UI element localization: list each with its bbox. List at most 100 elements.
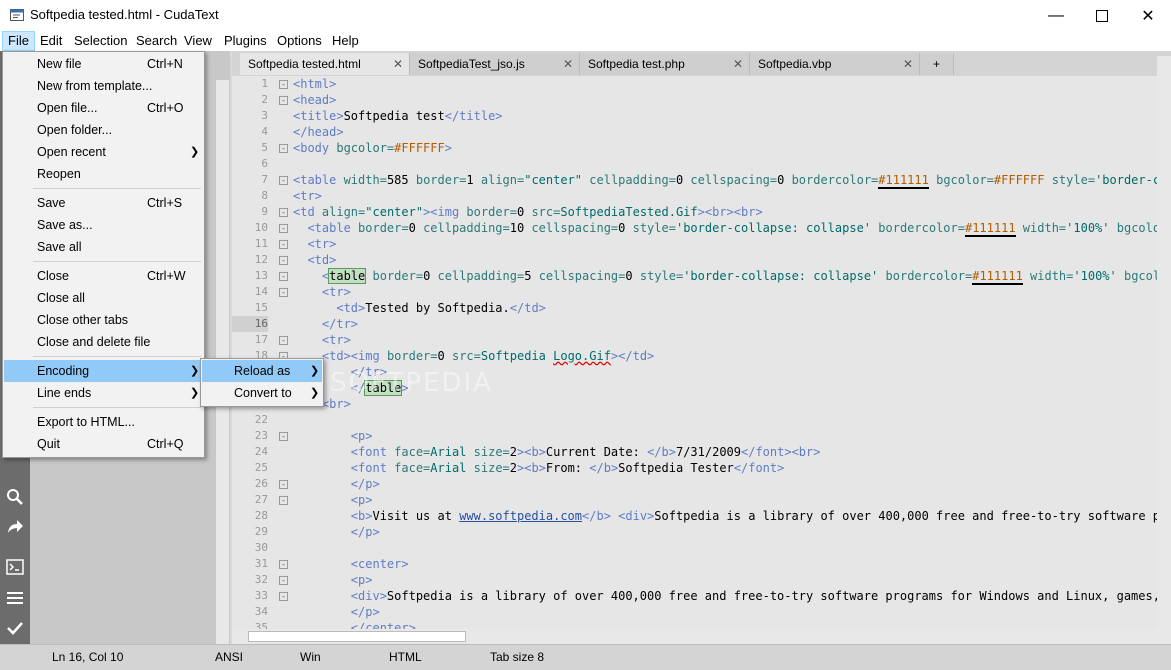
line-number: 30 <box>254 541 268 554</box>
menu-close[interactable]: Close Ctrl+W <box>4 265 203 287</box>
menu-help[interactable]: Help <box>327 31 364 51</box>
vertical-scrollbar[interactable] <box>1157 56 1171 644</box>
line-number: 32 <box>254 573 268 586</box>
search-icon[interactable] <box>4 486 26 508</box>
line-number: 1 <box>261 77 268 90</box>
menu-separator <box>33 356 201 357</box>
line-number: 25 <box>254 461 268 474</box>
menu-save[interactable]: Save Ctrl+S <box>4 192 203 214</box>
menu-close-and-delete-file[interactable]: Close and delete file <box>4 331 203 353</box>
menu-selection[interactable]: Selection <box>69 31 132 51</box>
horizontal-scroll-thumb[interactable] <box>248 631 466 642</box>
menu-item-shortcut: Ctrl+W <box>147 269 186 283</box>
close-icon[interactable]: ✕ <box>563 53 573 75</box>
close-icon[interactable]: ✕ <box>733 53 743 75</box>
fold-toggle-icon[interactable]: - <box>279 496 288 506</box>
fold-toggle-icon[interactable]: - <box>279 432 288 442</box>
new-tab-button[interactable]: + <box>920 53 954 75</box>
fold-toggle-icon[interactable]: - <box>279 96 288 106</box>
line-number: 14 <box>254 285 268 298</box>
fold-toggle-icon[interactable]: - <box>279 480 288 490</box>
fold-toggle-icon[interactable]: - <box>279 240 288 250</box>
tab-softpedia-tested-html[interactable]: Softpedia tested.html ✕ <box>240 53 410 75</box>
fold-toggle-icon[interactable]: - <box>279 224 288 234</box>
menu-close-all[interactable]: Close all <box>4 287 203 309</box>
encoding-status[interactable]: ANSI <box>215 650 243 664</box>
code-line: </p> <box>350 525 380 539</box>
check-icon[interactable] <box>4 617 26 639</box>
app-icon <box>10 9 24 21</box>
fold-toggle-icon[interactable]: - <box>279 592 288 602</box>
fold-toggle-icon[interactable]: - <box>279 256 288 266</box>
code-line: <p> <box>350 429 373 443</box>
line-number: 9 <box>261 205 268 218</box>
minimize-button[interactable]: — <box>1033 0 1079 31</box>
line-number: 13 <box>254 269 268 282</box>
tab-label: Softpedia tested.html <box>248 57 361 71</box>
line-number: 17 <box>254 333 268 346</box>
menu-separator <box>33 188 201 189</box>
fold-toggle-icon[interactable]: - <box>279 80 288 90</box>
close-window-button[interactable]: ✕ <box>1125 0 1171 31</box>
menu-reload-as[interactable]: Reload as ❯ <box>202 360 322 382</box>
menu-save-all[interactable]: Save all <box>4 236 203 258</box>
goto-icon[interactable] <box>4 516 26 538</box>
menu-encoding[interactable]: Encoding ❯ <box>4 360 203 382</box>
menu-quit[interactable]: Quit Ctrl+Q <box>4 433 203 455</box>
line-number: 6 <box>261 157 268 170</box>
line-number: 2 <box>261 93 268 106</box>
tab-softpediatest-jso-js[interactable]: SoftpediaTest_jso.js ✕ <box>410 53 580 75</box>
menu-item-label: New from template... <box>37 79 153 93</box>
code-editor[interactable]: 1234567891011121314151617181920212223242… <box>232 76 1157 629</box>
menu-file[interactable]: File <box>2 31 35 51</box>
menu-close-other-tabs[interactable]: Close other tabs <box>4 309 203 331</box>
code-line: <p> <box>350 493 373 507</box>
menu-line-ends[interactable]: Line ends ❯ <box>4 382 203 404</box>
menu-icon[interactable] <box>4 587 26 609</box>
title-bar: Softpedia tested.html - CudaText — ✕ <box>0 0 1171 32</box>
menu-reopen[interactable]: Reopen <box>4 163 203 185</box>
fold-toggle-icon[interactable]: - <box>279 560 288 570</box>
menu-new-file[interactable]: New file Ctrl+N <box>4 53 203 75</box>
tab-softpedia-test-php[interactable]: Softpedia test.php ✕ <box>580 53 750 75</box>
fold-toggle-icon[interactable]: - <box>279 176 288 186</box>
tab-softpedia-vbp[interactable]: Softpedia.vbp ✕ <box>750 53 920 75</box>
chevron-right-icon: ❯ <box>310 365 320 377</box>
fold-toggle-icon[interactable]: - <box>279 144 288 154</box>
fold-toggle-icon[interactable]: - <box>279 208 288 218</box>
cursor-position[interactable]: Ln 16, Col 10 <box>52 650 123 664</box>
menu-export-to-html[interactable]: Export to HTML... <box>4 411 203 433</box>
menu-plugins[interactable]: Plugins <box>219 31 272 51</box>
close-icon[interactable]: ✕ <box>903 53 913 75</box>
fold-toggle-icon[interactable]: - <box>279 576 288 586</box>
close-icon[interactable]: ✕ <box>393 53 403 75</box>
menu-item-label: Open file... <box>37 101 98 115</box>
code-line: <p> <box>350 573 373 587</box>
menu-item-label: Encoding <box>37 364 90 378</box>
terminal-icon[interactable] <box>4 556 26 578</box>
line-number: 4 <box>261 125 268 138</box>
menu-search[interactable]: Search <box>131 31 182 51</box>
menu-convert-to[interactable]: Convert to ❯ <box>202 382 322 404</box>
fold-toggle-icon[interactable]: - <box>279 272 288 282</box>
menu-open-file[interactable]: Open file... Ctrl+O <box>4 97 203 119</box>
menu-item-label: Reopen <box>37 167 81 181</box>
tab-size-status[interactable]: Tab size 8 <box>490 650 544 664</box>
line-number-gutter: 1234567891011121314151617181920212223242… <box>232 76 272 629</box>
chevron-right-icon: ❯ <box>190 387 200 399</box>
menu-edit[interactable]: Edit <box>35 31 67 51</box>
code-line: </head> <box>293 125 344 139</box>
menu-item-label: Open folder... <box>37 123 113 137</box>
menu-options[interactable]: Options <box>272 31 327 51</box>
lexer-status[interactable]: HTML <box>389 650 422 664</box>
maximize-button[interactable] <box>1079 0 1125 31</box>
menu-open-folder[interactable]: Open folder... <box>4 119 203 141</box>
fold-toggle-icon[interactable]: - <box>279 288 288 298</box>
menu-new-from-template[interactable]: New from template... <box>4 75 203 97</box>
menu-save-as[interactable]: Save as... <box>4 214 203 236</box>
menu-item-label: Line ends <box>37 386 92 400</box>
fold-toggle-icon[interactable]: - <box>279 336 288 346</box>
line-ends-status[interactable]: Win <box>300 650 321 664</box>
menu-open-recent[interactable]: Open recent ❯ <box>4 141 203 163</box>
menu-view[interactable]: View <box>179 31 217 51</box>
